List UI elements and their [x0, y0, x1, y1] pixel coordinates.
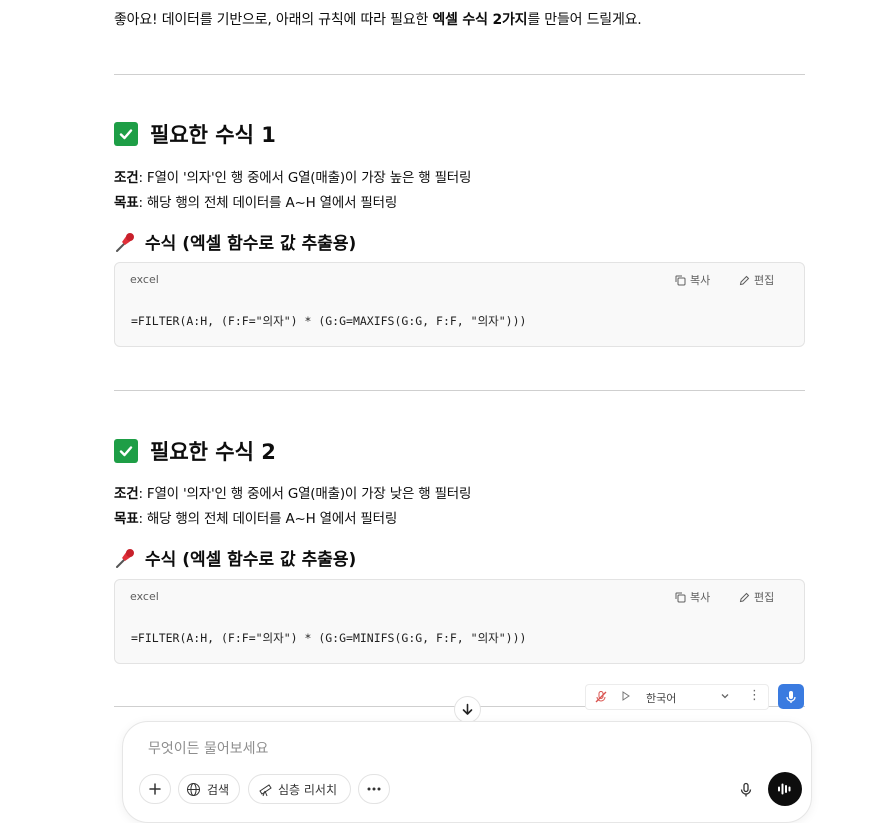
check-icon [114, 439, 138, 463]
intro-bold: 엑셀 수식 2가지 [432, 12, 528, 28]
arrow-down-icon [462, 703, 473, 715]
add-button[interactable] [139, 774, 171, 804]
check-icon [114, 122, 138, 146]
goal-text: : 해당 행의 전체 데이터를 A~H 열에서 필터링 [138, 511, 398, 527]
more-icon [367, 787, 381, 791]
code-text: =FILTER(A:H, (F:F="의자") * (G:G=MAXIFS(G:… [131, 314, 527, 328]
condition-line: 조건: F열이 '의자'인 행 중에서 G열(매출)이 가장 낮은 행 필터링 [114, 482, 471, 502]
condition-label: 조건 [114, 170, 139, 186]
code-block: excel 복사 편집 =FILTER(A:H, (F:F="의자") * (G… [114, 262, 805, 347]
formula-heading-text: 수식 (엑셀 함수로 값 추출용) [145, 234, 357, 254]
code-block: excel 복사 편집 =FILTER(A:H, (F:F="의자") * (G… [114, 579, 805, 664]
mic-icon [786, 690, 796, 703]
voice-mode-button[interactable] [768, 772, 802, 806]
condition-text: : F열이 '의자'인 행 중에서 G열(매출)이 가장 낮은 행 필터링 [138, 486, 472, 502]
section-heading: 필요한 수식 2 [114, 436, 276, 466]
composer: 무엇이든 물어보세요 검색 심층 리서치 [122, 721, 812, 823]
goal-line: 목표: 해당 행의 전체 데이터를 A~H 열에서 필터링 [114, 507, 397, 527]
plus-icon [149, 783, 161, 795]
code-language: excel [130, 273, 159, 286]
copy-button[interactable]: 복사 [675, 589, 710, 605]
copy-button[interactable]: 복사 [675, 272, 710, 288]
edit-icon [739, 275, 750, 285]
mic-icon [740, 782, 752, 797]
more-icon[interactable]: ⋮ [748, 688, 761, 703]
code-language: excel [130, 590, 159, 603]
voice-wave-icon [778, 783, 791, 795]
goal-line: 목표: 해당 행의 전체 데이터를 A~H 열에서 필터링 [114, 191, 397, 211]
more-tools-button[interactable] [358, 774, 390, 804]
language-select[interactable]: 한국어 [646, 690, 676, 706]
prompt-input[interactable]: 무엇이든 물어보세요 [148, 738, 268, 758]
condition-text: : F열이 '의자'인 행 중에서 G열(매출)이 가장 높은 행 필터링 [138, 170, 472, 186]
intro-text: 좋아요! 데이터를 기반으로, 아래의 규칙에 따라 필요한 엑셀 수식 2가지… [114, 9, 642, 29]
telescope-icon [259, 783, 272, 796]
divider [114, 390, 805, 391]
play-icon[interactable] [620, 690, 632, 705]
edit-button[interactable]: 편집 [739, 589, 774, 605]
section-heading-text: 필요한 수식 1 [150, 123, 276, 147]
search-label: 검색 [207, 782, 230, 797]
edit-icon [739, 592, 750, 602]
edit-label: 편집 [754, 591, 775, 604]
goal-text: : 해당 행의 전체 데이터를 A~H 열에서 필터링 [138, 195, 398, 211]
condition-line: 조건: F열이 '의자'인 행 중에서 G열(매출)이 가장 높은 행 필터링 [114, 166, 471, 186]
dictate-button[interactable] [735, 779, 757, 801]
condition-label: 조건 [114, 486, 139, 502]
pin-icon [114, 547, 136, 569]
divider [114, 74, 805, 75]
copy-label: 복사 [690, 274, 711, 287]
section-heading-text: 필요한 수식 2 [150, 440, 276, 464]
deep-research-label: 심층 리서치 [278, 782, 338, 797]
deep-research-button[interactable]: 심층 리서치 [248, 774, 351, 804]
pin-icon [114, 231, 136, 253]
mic-off-icon[interactable] [594, 690, 608, 707]
goal-label: 목표 [114, 511, 139, 527]
code-text: =FILTER(A:H, (F:F="의자") * (G:G=MINIFS(G:… [131, 631, 527, 645]
formula-heading-text: 수식 (엑셀 함수로 값 추출용) [145, 550, 357, 570]
voice-input-button[interactable] [778, 684, 804, 709]
copy-icon [675, 275, 686, 285]
formula-heading: 수식 (엑셀 함수로 값 추출용) [114, 545, 356, 570]
formula-heading: 수식 (엑셀 함수로 값 추출용) [114, 229, 356, 254]
globe-icon [187, 782, 200, 796]
intro-before: 좋아요! 데이터를 기반으로, 아래의 규칙에 따라 필요한 [114, 12, 433, 28]
edit-button[interactable]: 편집 [739, 272, 774, 288]
copy-icon [675, 592, 686, 602]
search-button[interactable]: 검색 [178, 774, 240, 804]
edit-label: 편집 [754, 274, 775, 287]
voice-toolbar: 한국어 ⋮ [585, 684, 769, 710]
copy-label: 복사 [690, 591, 711, 604]
scroll-down-button[interactable] [454, 696, 481, 723]
intro-after: 를 만들어 드릴게요. [527, 12, 642, 28]
section-heading: 필요한 수식 1 [114, 119, 276, 149]
chevron-down-icon[interactable] [720, 691, 730, 704]
goal-label: 목표 [114, 195, 139, 211]
